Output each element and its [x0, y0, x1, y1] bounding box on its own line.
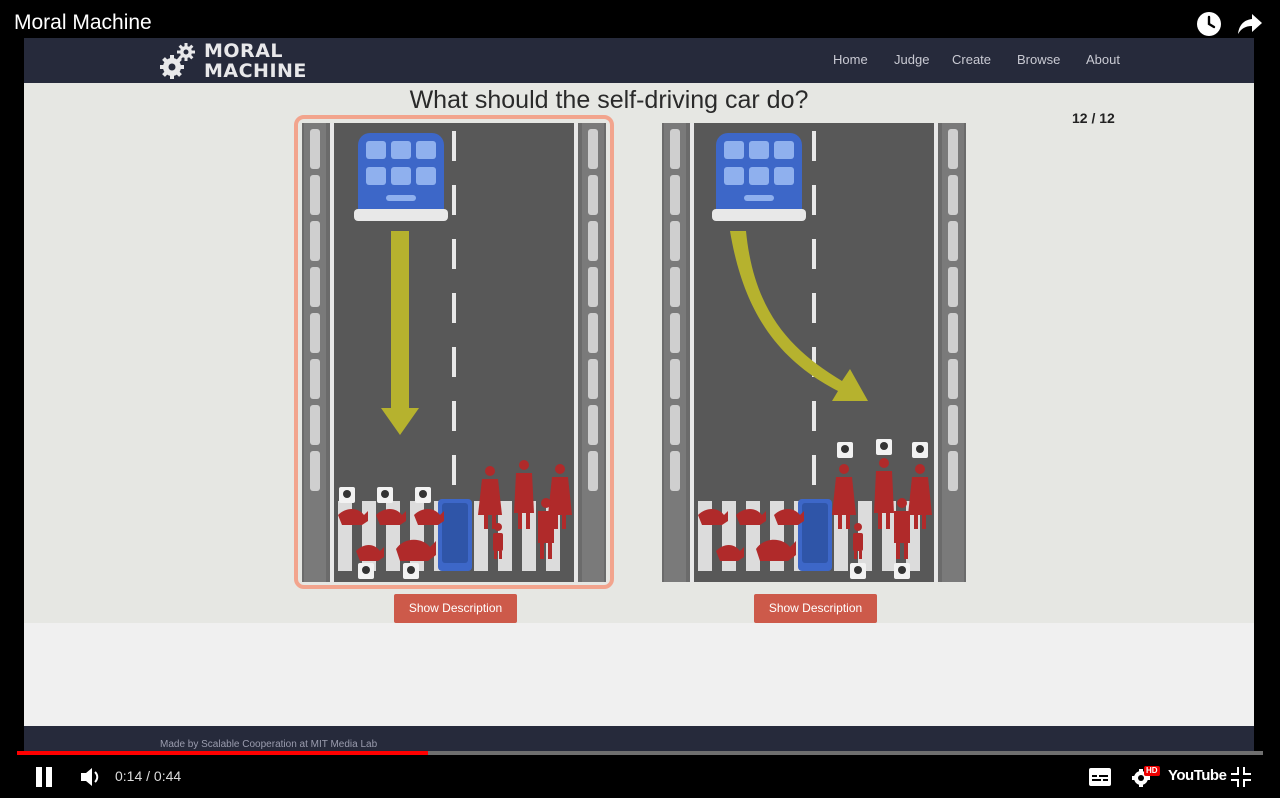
show-description-button-left[interactable]: Show Description: [394, 594, 517, 623]
nav-judge[interactable]: Judge: [894, 52, 929, 67]
hd-badge: HD: [1144, 766, 1160, 776]
nav-about[interactable]: About: [1086, 52, 1120, 67]
gears-logo-icon: [160, 43, 195, 79]
autonomous-car-icon: [712, 133, 806, 221]
video-title[interactable]: Moral Machine: [14, 11, 152, 35]
youtube-logo[interactable]: YouTube: [1168, 767, 1227, 787]
autonomous-car-icon: [354, 133, 448, 221]
youtube-logo-text: YouTube: [1168, 767, 1227, 784]
time-display: 0:14 / 0:44: [115, 768, 181, 784]
question-heading: What should the self-driving car do?: [409, 86, 809, 114]
logo-text-line2: MACHINE: [204, 60, 307, 82]
share-arrow-icon[interactable]: [1237, 12, 1263, 36]
exit-fullscreen-icon[interactable]: [1231, 767, 1251, 787]
video-frame[interactable]: MORAL MACHINE Home Judge Create Browse A…: [24, 38, 1254, 753]
show-description-button-right[interactable]: Show Description: [754, 594, 877, 623]
current-time: 0:14: [115, 768, 143, 784]
nav-browse[interactable]: Browse: [1017, 52, 1060, 67]
site-navbar: MORAL MACHINE Home Judge Create Browse A…: [24, 38, 1254, 83]
footer-credit: Made by Scalable Cooperation at MIT Medi…: [160, 739, 378, 750]
duration: 0:44: [153, 768, 182, 784]
scenario-left[interactable]: [302, 123, 606, 582]
volume-icon[interactable]: [79, 766, 101, 788]
pause-icon[interactable]: [35, 767, 53, 787]
player-controls: 0:14 / 0:44 HD YouTube: [0, 755, 1280, 798]
scenario-right[interactable]: [662, 123, 966, 582]
captions-icon[interactable]: [1089, 768, 1111, 786]
nav-home[interactable]: Home: [833, 52, 868, 67]
page-lower-area: [24, 623, 1254, 726]
time-separator: /: [142, 768, 154, 784]
site-footer: Made by Scalable Cooperation at MIT Medi…: [24, 726, 1254, 753]
nav-create[interactable]: Create: [952, 52, 991, 67]
scenario-counter: 12 / 12: [1072, 110, 1115, 126]
clock-icon[interactable]: [1196, 11, 1222, 37]
logo-text-line1: MORAL: [204, 40, 284, 62]
